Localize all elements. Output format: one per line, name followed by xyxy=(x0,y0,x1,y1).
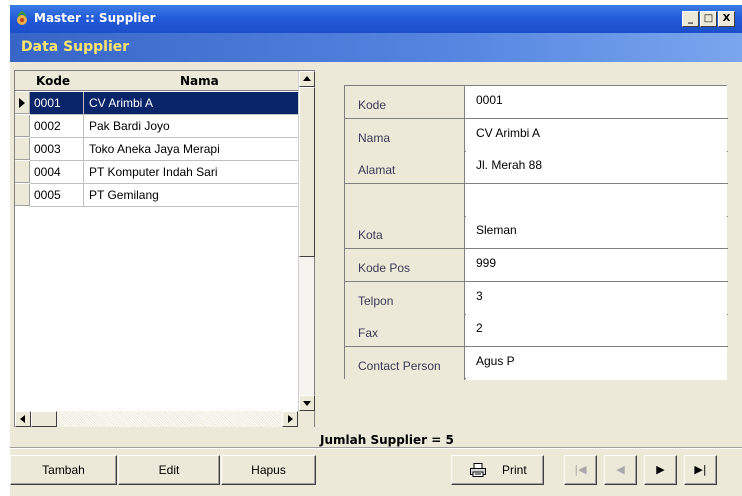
scroll-right-button[interactable] xyxy=(282,411,298,427)
hapus-label: Hapus xyxy=(251,463,286,477)
field-label: Kode Pos xyxy=(345,249,465,281)
cell-nama[interactable]: PT Gemilang xyxy=(84,184,298,207)
window-title: Master :: Supplier xyxy=(34,11,156,25)
vertical-scrollbar[interactable] xyxy=(298,71,315,411)
row-indicator xyxy=(15,92,30,114)
field-value[interactable]: 0001 xyxy=(466,86,727,118)
arrow-down-icon xyxy=(303,401,311,406)
divider xyxy=(10,447,742,449)
supplier-count: Jumlah Supplier = 5 xyxy=(320,433,454,447)
cell-kode[interactable]: 0003 xyxy=(30,138,84,161)
row-indicator xyxy=(15,184,30,206)
page-title: Data Supplier xyxy=(21,39,130,55)
next-record-button[interactable]: ▶ xyxy=(644,455,677,485)
supplier-window: Master :: Supplier _ □ X Data Supplier K… xyxy=(10,5,742,496)
field-label: Telpon xyxy=(345,281,465,314)
form-row: Kota Sleman xyxy=(345,216,728,250)
arrow-up-icon xyxy=(303,76,311,81)
row-indicator xyxy=(15,138,30,160)
edit-button[interactable]: Edit xyxy=(118,455,220,485)
next-record-icon: ▶ xyxy=(656,463,665,476)
form-row: Contact Person Agus P xyxy=(345,346,728,380)
cell-kode[interactable]: 0002 xyxy=(30,115,84,138)
column-header-nama[interactable]: Nama xyxy=(180,74,219,88)
record-navigator: |◀ ◀ ▶ ▶| xyxy=(564,455,729,485)
edit-label: Edit xyxy=(158,463,180,477)
print-label: Print xyxy=(502,463,527,477)
vertical-scroll-thumb[interactable] xyxy=(299,87,315,257)
cell-nama[interactable]: CV Arimbi A xyxy=(84,92,298,115)
field-label: Kode xyxy=(345,86,465,118)
field-value[interactable]: Jl. Merah 88 xyxy=(466,151,727,184)
cell-nama[interactable]: Pak Bardi Joyo xyxy=(84,115,298,138)
cell-kode[interactable]: 0004 xyxy=(30,161,84,184)
grid-header: Kode Nama xyxy=(15,71,298,91)
supplier-grid[interactable]: Kode Nama 0001 CV Arimbi A 0002 Pak Bardi J… xyxy=(14,70,315,427)
form-row: Alamat Jl. Merah 88 xyxy=(345,151,728,185)
field-value[interactable] xyxy=(466,183,727,216)
horizontal-scroll-thumb[interactable] xyxy=(31,411,57,427)
hapus-button[interactable]: Hapus xyxy=(221,455,316,485)
scroll-up-button[interactable] xyxy=(299,71,315,87)
maximize-button[interactable]: □ xyxy=(700,11,717,27)
field-value[interactable]: 2 xyxy=(466,314,727,347)
table-row[interactable]: 0003 Toko Aneka Jaya Merapi xyxy=(15,138,298,161)
last-record-button[interactable]: ▶| xyxy=(684,455,717,485)
field-label: Contact Person xyxy=(345,346,465,380)
field-label: Kota xyxy=(345,216,465,249)
tambah-button[interactable]: Tambah xyxy=(10,455,117,485)
printer-icon xyxy=(470,463,486,477)
field-label: Alamat xyxy=(345,151,465,184)
prev-record-button[interactable]: ◀ xyxy=(604,455,637,485)
scroll-down-button[interactable] xyxy=(299,395,315,411)
field-label xyxy=(345,183,465,216)
title-bar[interactable]: Master :: Supplier _ □ X xyxy=(10,5,742,33)
form-row: Nama CV Arimbi A xyxy=(345,118,728,152)
arrow-left-icon xyxy=(20,415,25,423)
first-record-button[interactable]: |◀ xyxy=(564,455,597,485)
current-row-arrow-icon xyxy=(19,98,25,108)
prev-record-icon: ◀ xyxy=(616,463,625,476)
table-row[interactable]: 0001 CV Arimbi A xyxy=(15,92,298,115)
field-value[interactable]: Agus P xyxy=(466,346,727,380)
header-bar: Data Supplier xyxy=(10,33,742,62)
cell-nama[interactable]: Toko Aneka Jaya Merapi xyxy=(84,138,298,161)
field-value[interactable]: 3 xyxy=(466,281,727,314)
horizontal-scrollbar[interactable] xyxy=(15,411,298,427)
column-header-kode[interactable]: Kode xyxy=(36,74,70,88)
form-row xyxy=(345,183,728,217)
cell-kode[interactable]: 0001 xyxy=(30,92,84,115)
scroll-left-button[interactable] xyxy=(15,411,31,427)
cell-kode[interactable]: 0005 xyxy=(30,184,84,207)
field-value[interactable]: 999 xyxy=(466,249,727,281)
last-record-icon: ▶| xyxy=(694,463,707,476)
row-indicator xyxy=(15,161,30,183)
cell-nama[interactable]: PT Komputer Indah Sari xyxy=(84,161,298,184)
form-row: Telpon 3 xyxy=(345,281,728,315)
table-row[interactable]: 0002 Pak Bardi Joyo xyxy=(15,115,298,138)
row-indicator xyxy=(15,115,30,137)
tambah-label: Tambah xyxy=(42,463,85,477)
field-value[interactable]: CV Arimbi A xyxy=(466,118,727,151)
form-row: Kode Pos 999 xyxy=(345,249,728,282)
field-label: Fax xyxy=(345,314,465,347)
field-label: Nama xyxy=(345,118,465,151)
print-button[interactable]: Print xyxy=(451,455,544,485)
supplier-detail-form: Kode 0001 Nama CV Arimbi A Alamat Jl. Merah 8… xyxy=(344,85,728,380)
table-row[interactable]: 0005 PT Gemilang xyxy=(15,184,298,207)
close-button[interactable]: X xyxy=(718,11,735,27)
minimize-button[interactable]: _ xyxy=(682,11,699,27)
app-icon xyxy=(17,11,27,25)
first-record-icon: |◀ xyxy=(574,463,587,476)
table-row[interactable]: 0004 PT Komputer Indah Sari xyxy=(15,161,298,184)
field-value[interactable]: Sleman xyxy=(466,216,727,249)
form-row: Kode 0001 xyxy=(345,86,728,119)
scrollbar-corner xyxy=(298,411,314,427)
arrow-right-icon xyxy=(288,415,293,423)
form-row: Fax 2 xyxy=(345,314,728,348)
